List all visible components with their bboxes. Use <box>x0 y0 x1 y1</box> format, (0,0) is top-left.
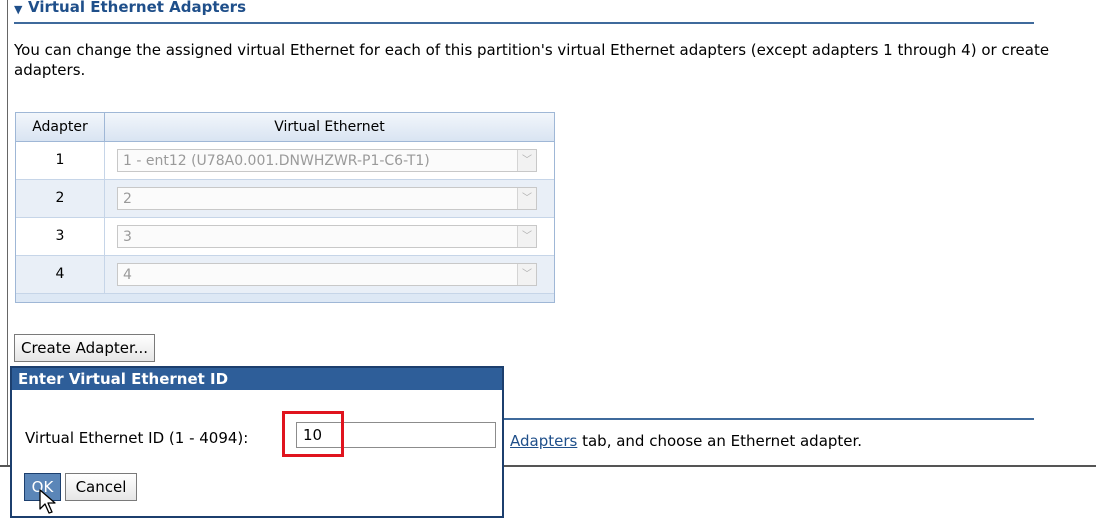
chevron-down-icon[interactable]: ﹀ <box>517 150 536 171</box>
virtual-ethernet-select[interactable]: 4 ﹀ <box>117 263 537 286</box>
table-row: 1 1 - ent12 (U78A0.001.DNWHZWR-P1-C6-T1)… <box>16 142 554 180</box>
select-value: 4 <box>123 267 132 283</box>
virtual-ethernet-select[interactable]: 1 - ent12 (U78A0.001.DNWHZWR-P1-C6-T1) ﹀ <box>117 149 537 172</box>
section-title: Virtual Ethernet Adapters <box>28 0 247 16</box>
dialog-title: Enter Virtual Ethernet ID <box>12 368 502 390</box>
virtual-ethernet-id-label: Virtual Ethernet ID (1 - 4094): <box>25 429 249 447</box>
select-value: 2 <box>123 191 132 207</box>
instruction-text: tab, and choose an Ethernet adapter. <box>577 432 863 450</box>
virtual-ethernet-select[interactable]: 2 ﹀ <box>117 187 537 210</box>
mouse-pointer-icon <box>39 489 56 514</box>
column-header-virtual-ethernet: Virtual Ethernet <box>105 113 554 142</box>
create-adapter-button[interactable]: Create Adapter... <box>14 334 156 362</box>
enter-virtual-ethernet-id-dialog: Enter Virtual Ethernet ID Virtual Ethern… <box>10 366 504 518</box>
section-header[interactable]: ▼ Virtual Ethernet Adapters <box>14 0 1034 24</box>
virtual-ethernet-select[interactable]: 3 ﹀ <box>117 225 537 248</box>
adapter-number: 3 <box>16 218 105 256</box>
adapter-number: 1 <box>16 142 105 180</box>
chevron-down-icon[interactable]: ﹀ <box>517 188 536 209</box>
chevron-down-icon[interactable]: ﹀ <box>517 264 536 285</box>
table-header: Adapter Virtual Ethernet <box>16 113 554 142</box>
table-row: 2 2 ﹀ <box>16 180 554 218</box>
cancel-button[interactable]: Cancel <box>65 473 137 501</box>
triangle-down-icon[interactable]: ▼ <box>14 3 22 16</box>
page-left-border <box>7 0 8 466</box>
virtual-ethernet-id-input[interactable] <box>296 422 496 448</box>
section-description: You can change the assigned virtual Ethe… <box>14 41 1050 79</box>
section-divider <box>498 418 1034 420</box>
column-header-adapter: Adapter <box>16 113 105 142</box>
adapter-table: Adapter Virtual Ethernet 1 1 - ent12 (U7… <box>15 112 555 303</box>
adapters-tab-link[interactable]: Adapters <box>510 432 577 450</box>
chevron-down-icon[interactable]: ﹀ <box>517 226 536 247</box>
background-instruction: Adapters tab, and choose an Ethernet ada… <box>510 432 862 450</box>
table-row: 4 4 ﹀ <box>16 256 554 294</box>
adapter-number: 2 <box>16 180 105 218</box>
select-value: 1 - ent12 (U78A0.001.DNWHZWR-P1-C6-T1) <box>123 153 430 169</box>
adapter-number: 4 <box>16 256 105 294</box>
select-value: 3 <box>123 229 132 245</box>
table-row: 3 3 ﹀ <box>16 218 554 256</box>
